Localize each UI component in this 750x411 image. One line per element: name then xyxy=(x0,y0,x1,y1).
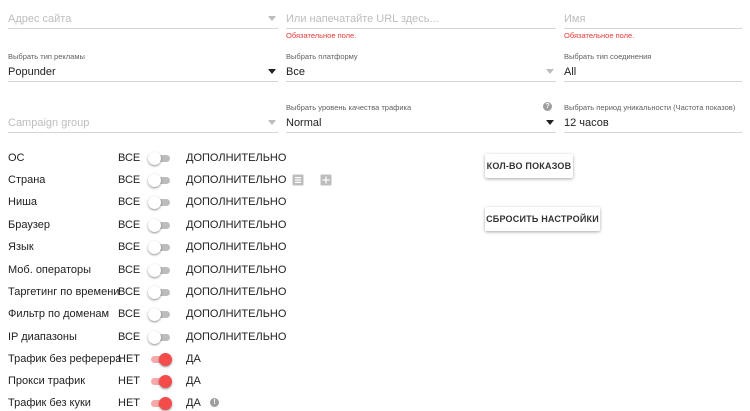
impressions-button[interactable]: КОЛ-ВО ПОКАЗОВ xyxy=(485,154,573,178)
filter-toggle[interactable] xyxy=(148,152,172,165)
filter-label: IP диапазоны xyxy=(8,331,77,343)
campaign-group-placeholder: Campaign group xyxy=(8,117,90,129)
filter-left-option[interactable]: ВСЕ xyxy=(118,219,140,231)
filter-toggle[interactable] xyxy=(148,196,172,209)
filter-toggle[interactable] xyxy=(148,219,172,232)
traffic-quality-select[interactable]: Normal xyxy=(286,110,556,133)
traffic-quality-value: Normal xyxy=(286,117,322,129)
connection-select[interactable]: All xyxy=(564,59,742,82)
filter-left-option[interactable]: ВСЕ xyxy=(118,308,140,320)
filter-left-option[interactable]: ВСЕ xyxy=(118,264,140,276)
filter-label: Фильтр по доменам xyxy=(8,308,110,320)
filter-left-option[interactable]: ВСЕ xyxy=(118,196,140,208)
filter-right-option[interactable]: ДОПОЛНИТЕЛЬНО xyxy=(186,219,286,231)
name-placeholder: Имя xyxy=(564,13,586,25)
ad-type-value: Popunder xyxy=(8,66,56,78)
filter-left-option[interactable]: НЕТ xyxy=(118,375,140,387)
ad-type-select[interactable]: Popunder xyxy=(8,59,278,82)
filter-right-option[interactable]: ДА xyxy=(186,397,201,409)
filter-label: Язык xyxy=(8,241,34,253)
filter-toggle[interactable] xyxy=(148,286,172,299)
list-icon[interactable] xyxy=(292,174,304,186)
filter-toggle[interactable] xyxy=(148,241,172,254)
filter-label: Моб. операторы xyxy=(8,264,92,276)
name-error: Обязательное поле. xyxy=(564,31,635,40)
chevron-down-icon[interactable] xyxy=(268,16,276,21)
reset-settings-button[interactable]: СБРОСИТЬ НАСТРОЙКИ xyxy=(485,207,600,231)
chevron-down-icon[interactable] xyxy=(546,120,554,125)
filter-right-option[interactable]: ДА xyxy=(186,375,201,387)
filter-right-option[interactable]: ДА xyxy=(186,353,201,365)
platform-value: Все xyxy=(286,66,305,78)
filter-toggle[interactable] xyxy=(148,375,172,388)
filter-toggle[interactable] xyxy=(148,353,172,366)
filter-label: Таргетинг по времени xyxy=(8,286,120,298)
filter-right-option[interactable]: ДОПОЛНИТЕЛЬНО xyxy=(186,174,286,186)
filter-toggle[interactable] xyxy=(148,174,172,187)
name-input[interactable]: Имя xyxy=(564,6,742,29)
filter-right-option[interactable]: ДОПОЛНИТЕЛЬНО xyxy=(186,152,286,164)
filter-toggle[interactable] xyxy=(148,264,172,277)
filter-left-option[interactable]: ВСЕ xyxy=(118,152,140,164)
url-placeholder: Или напечатайте URL здесь... xyxy=(286,13,439,25)
connection-value: All xyxy=(564,66,577,78)
chevron-down-icon[interactable] xyxy=(268,120,276,125)
filter-label: Ниша xyxy=(8,196,38,208)
url-error: Обязательное поле. xyxy=(286,31,357,40)
filter-left-option[interactable]: ВСЕ xyxy=(118,174,140,186)
site-address-input[interactable]: Адрес сайта xyxy=(8,6,278,29)
filter-label: Страна xyxy=(8,174,46,186)
filter-toggle[interactable] xyxy=(148,331,172,344)
filter-label: Трафик без куки xyxy=(8,397,91,409)
help-icon[interactable]: ! xyxy=(210,398,219,407)
filter-left-option[interactable]: ВСЕ xyxy=(118,331,140,343)
filter-right-option[interactable]: ДОПОЛНИТЕЛЬНО xyxy=(186,196,286,208)
filter-toggle[interactable] xyxy=(148,308,172,321)
site-address-placeholder: Адрес сайта xyxy=(8,13,72,25)
filter-left-option[interactable]: ВСЕ xyxy=(118,286,140,298)
filter-label: ОС xyxy=(8,152,25,164)
filter-right-option[interactable]: ДОПОЛНИТЕЛЬНО xyxy=(186,286,286,298)
filter-right-option[interactable]: ДОПОЛНИТЕЛЬНО xyxy=(186,331,286,343)
filter-toggle[interactable] xyxy=(148,397,172,410)
add-box-icon[interactable] xyxy=(320,174,332,186)
filter-label: Прокси трафик xyxy=(8,375,86,387)
filter-label: Браузер xyxy=(8,219,50,231)
filter-left-option[interactable]: НЕТ xyxy=(118,397,140,409)
url-input[interactable]: Или напечатайте URL здесь... xyxy=(286,6,556,29)
filter-left-option[interactable]: ВСЕ xyxy=(118,241,140,253)
filter-right-option[interactable]: ДОПОЛНИТЕЛЬНО xyxy=(186,241,286,253)
filter-left-option[interactable]: НЕТ xyxy=(118,353,140,365)
filter-right-option[interactable]: ДОПОЛНИТЕЛЬНО xyxy=(186,308,286,320)
uniqueness-select[interactable]: 12 часов xyxy=(564,110,742,133)
uniqueness-value: 12 часов xyxy=(564,117,609,129)
chevron-down-icon[interactable] xyxy=(268,69,276,74)
platform-select[interactable]: Все xyxy=(286,59,556,82)
filter-label: Трафик без реферера xyxy=(8,353,122,365)
filter-right-option[interactable]: ДОПОЛНИТЕЛЬНО xyxy=(186,264,286,276)
campaign-group-select[interactable]: Campaign group xyxy=(8,110,278,133)
chevron-down-icon[interactable] xyxy=(546,69,554,74)
